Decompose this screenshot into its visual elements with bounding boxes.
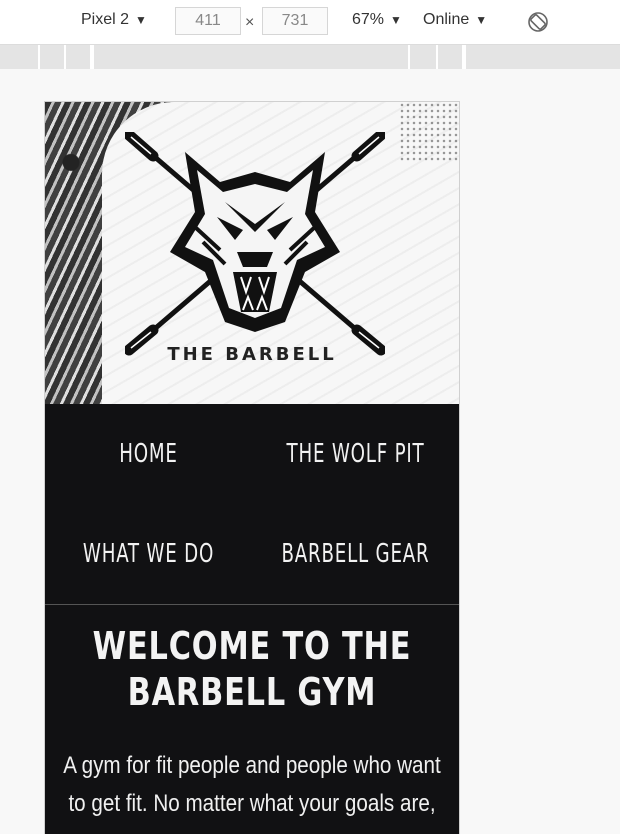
page-title-line: BARBELL GYM [127, 670, 377, 714]
network-throttle-select[interactable]: Online ▼ [423, 11, 487, 29]
device-label: Pixel 2 [81, 11, 130, 28]
media-query-segment[interactable] [462, 45, 466, 69]
nav-the-wolf-pit[interactable]: THE WOLF PIT [275, 404, 436, 504]
main-nav: HOME THE WOLF PIT WHAT WE DO BARBELL GEA… [45, 404, 459, 605]
zoom-label: 67% [352, 11, 385, 28]
logo-text: THE BARBELL [167, 344, 337, 365]
intro-line: A gym for fit people and people who want [63, 752, 441, 779]
nav-barbell-gear[interactable]: BARBELL GEAR [275, 504, 436, 604]
device-toolbar: Pixel 2 ▼ × 67% ▼ Online ▼ [0, 0, 620, 45]
height-input[interactable] [262, 7, 328, 35]
rotate-icon[interactable] [526, 10, 550, 34]
page-title: WELCOME TO THE BARBELL GYM [86, 623, 417, 715]
media-query-bar[interactable] [0, 45, 620, 69]
caret-down-icon: ▼ [390, 13, 402, 27]
network-label: Online [423, 11, 470, 28]
times-separator: × [245, 14, 255, 31]
page-title-line: WELCOME TO THE [92, 624, 412, 668]
device-select[interactable]: Pixel 2 ▼ [81, 11, 147, 29]
media-query-segment[interactable] [408, 45, 438, 69]
grunge-texture [399, 102, 459, 162]
media-query-segment[interactable] [90, 45, 94, 69]
nav-what-we-do[interactable]: WHAT WE DO [68, 504, 229, 604]
device-viewport: THE BARBELL HOME THE WOLF PIT WHAT WE DO… [45, 102, 459, 834]
caret-down-icon: ▼ [135, 13, 147, 27]
media-query-segment[interactable] [38, 45, 66, 69]
caret-down-icon: ▼ [475, 13, 488, 27]
hero-banner: THE BARBELL [45, 102, 459, 404]
wolf-logo-icon [125, 132, 385, 356]
intro-line: to get fit. No matter what your goals ar… [68, 790, 436, 817]
intro-paragraph: A gym for fit people and people who want… [57, 747, 447, 823]
nav-home[interactable]: HOME [68, 404, 229, 504]
width-input[interactable] [175, 7, 241, 35]
zoom-select[interactable]: 67% ▼ [352, 11, 402, 29]
